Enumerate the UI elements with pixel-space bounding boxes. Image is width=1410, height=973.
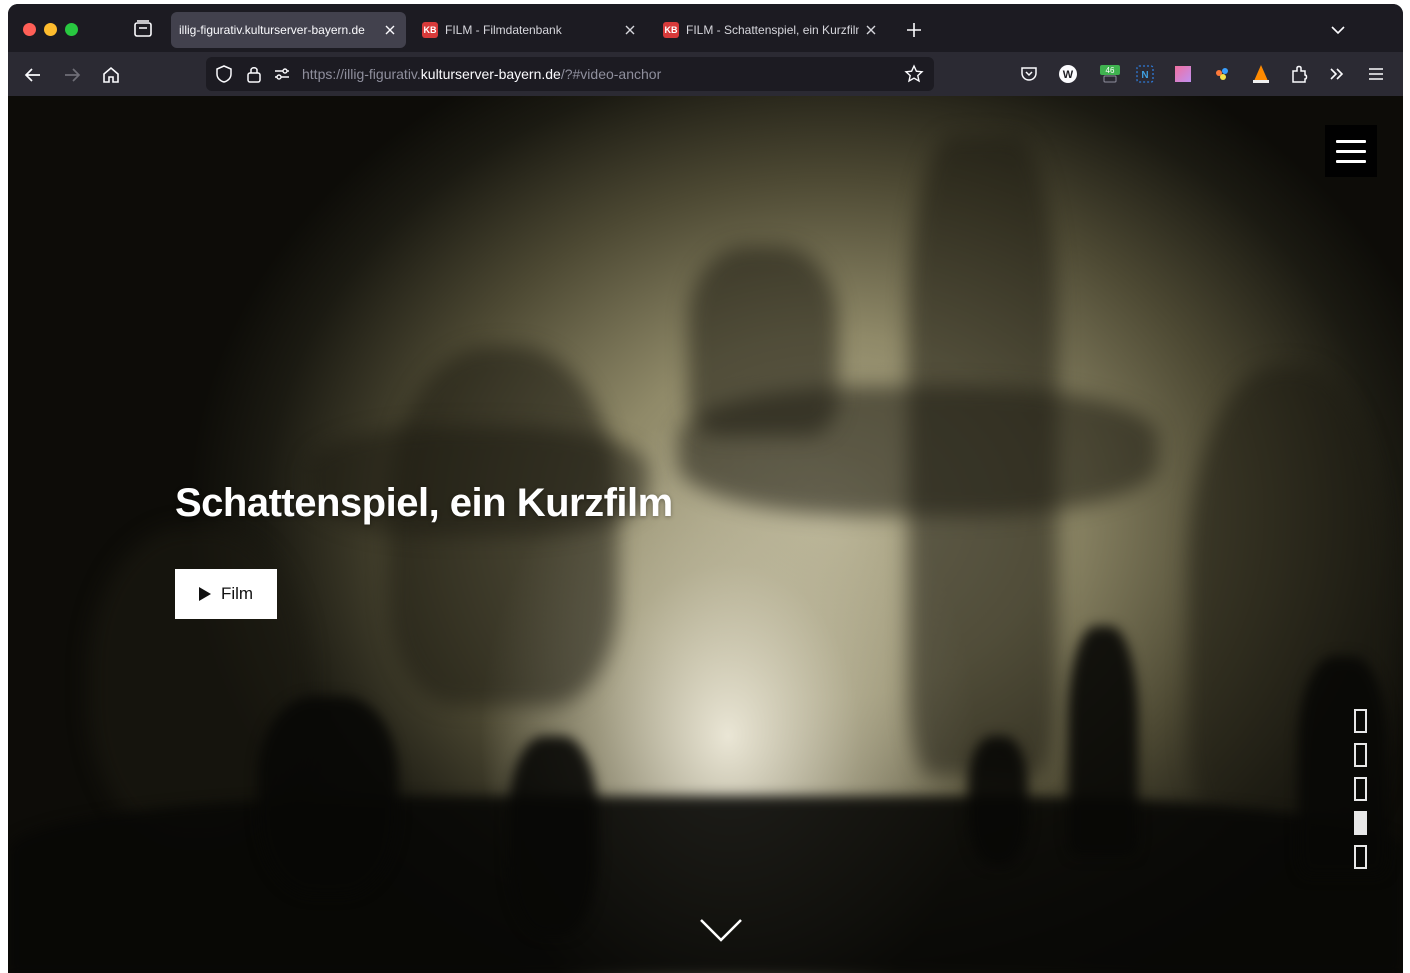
svg-text:46: 46 — [1106, 66, 1115, 75]
shield-icon[interactable] — [214, 64, 234, 84]
kulturserver-favicon-icon: KB — [422, 22, 438, 38]
section-dot-5[interactable] — [1354, 845, 1367, 869]
tab-title: FILM - Schattenspiel, ein Kurzfilm — [686, 23, 859, 37]
tab-illig-figurativ[interactable]: illig-figurativ.kulturserver-bayern.de — [171, 12, 406, 48]
tab-title: illig-figurativ.kulturserver-bayern.de — [179, 23, 365, 37]
section-dot-2[interactable] — [1354, 743, 1367, 767]
play-icon — [198, 587, 211, 601]
vlc-extension-icon[interactable] — [1250, 63, 1272, 85]
foreground-silhouette — [1068, 626, 1138, 856]
tab-filmdatenbank[interactable]: KB FILM - Filmdatenbank — [414, 12, 646, 48]
lock-icon[interactable] — [244, 64, 264, 84]
section-dot-3[interactable] — [1354, 777, 1367, 801]
foreground-silhouette — [8, 796, 1403, 973]
foreground-silhouette — [258, 696, 398, 896]
home-icon[interactable] — [100, 64, 122, 86]
film-button-label: Film — [220, 584, 254, 603]
overflow-icon[interactable] — [1326, 63, 1348, 85]
hero-section: Schattenspiel, ein Kurzfilm Film — [8, 96, 1403, 973]
svg-text:W: W — [1063, 69, 1074, 81]
url-prefix: https://illig-figurativ. — [302, 66, 421, 82]
section-dot-4[interactable] — [1354, 811, 1367, 835]
hero-title: Schattenspiel, ein Kurzfilm — [175, 481, 673, 525]
color-extension-icon[interactable] — [1172, 63, 1194, 85]
foreground-silhouette — [508, 736, 598, 936]
foreground-silhouette — [968, 736, 1028, 866]
browser-window: illig-figurativ.kulturserver-bayern.de K… — [8, 4, 1403, 973]
bookmark-star-icon[interactable] — [904, 64, 924, 84]
chevron-down-icon[interactable] — [698, 916, 744, 944]
hamburger-line — [1336, 149, 1366, 153]
w-extension-icon[interactable]: W — [1057, 63, 1079, 85]
tab-title: FILM - Filmdatenbank — [445, 23, 562, 37]
site-menu-button[interactable] — [1325, 125, 1377, 177]
url-host: kulturserver-bayern.de — [420, 66, 561, 82]
tab-schattenspiel[interactable]: KB FILM - Schattenspiel, ein Kurzfilm — [655, 12, 887, 48]
url-bar[interactable]: https://illig-figurativ.kulturserver-bay… — [206, 57, 934, 91]
section-navigation — [1354, 709, 1368, 879]
window-minimize-button[interactable] — [44, 23, 57, 36]
window-maximize-button[interactable] — [65, 23, 78, 36]
foreground-silhouette — [1298, 656, 1388, 876]
kulturserver-favicon-icon: KB — [663, 22, 679, 38]
back-arrow-icon[interactable] — [22, 64, 44, 86]
hamburger-line — [1336, 159, 1366, 163]
close-icon[interactable] — [863, 22, 879, 38]
url-text[interactable]: https://illig-figurativ.kulturserver-bay… — [302, 66, 661, 82]
url-suffix: /?#video-anchor — [560, 66, 662, 82]
puzzle-icon[interactable] — [1288, 63, 1310, 85]
navigation-toolbar: https://illig-figurativ.kulturserver-bay… — [8, 52, 1403, 96]
dots-extension-icon[interactable] — [1211, 63, 1233, 85]
play-film-button[interactable]: Film — [175, 569, 277, 619]
close-icon[interactable] — [622, 22, 638, 38]
permissions-icon[interactable] — [272, 64, 292, 84]
svg-text:N: N — [1141, 70, 1148, 81]
chevron-down-icon[interactable] — [1328, 20, 1348, 40]
new-tab-icon[interactable] — [904, 20, 924, 40]
section-dot-1[interactable] — [1354, 709, 1367, 733]
hamburger-line — [1336, 139, 1366, 143]
counter-extension-icon[interactable]: 46 — [1099, 63, 1121, 85]
tab-overview-icon[interactable] — [132, 18, 154, 40]
background-shadow-figure — [688, 246, 838, 436]
window-close-button[interactable] — [23, 23, 36, 36]
pocket-icon[interactable] — [1018, 63, 1040, 85]
close-icon[interactable] — [382, 22, 398, 38]
tab-strip: illig-figurativ.kulturserver-bayern.de K… — [8, 4, 1403, 52]
n-extension-icon[interactable]: N — [1134, 63, 1156, 85]
forward-arrow-icon[interactable] — [61, 64, 83, 86]
hamburger-menu-icon[interactable] — [1365, 63, 1387, 85]
